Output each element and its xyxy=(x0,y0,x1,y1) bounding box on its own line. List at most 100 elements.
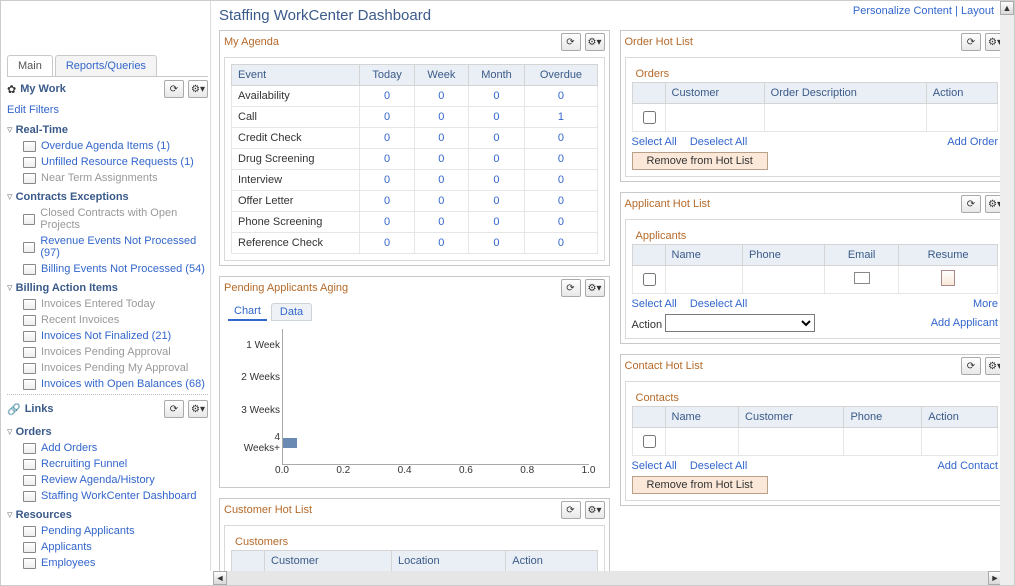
refresh-icon[interactable]: ⟳ xyxy=(961,33,981,51)
agenda-cell[interactable]: 0 xyxy=(415,191,468,212)
agenda-cell[interactable]: 0 xyxy=(359,191,414,212)
agenda-cell[interactable]: 0 xyxy=(415,149,468,170)
row-checkbox[interactable] xyxy=(643,435,656,448)
sidebar-item[interactable]: Unfilled Resource Requests (1) xyxy=(7,154,208,170)
sidebar-item[interactable]: Overdue Agenda Items (1) xyxy=(7,138,208,154)
sidebar-item[interactable]: Invoices Pending Approval xyxy=(7,344,208,360)
sidebar-item[interactable]: Invoices Not Finalized (21) xyxy=(7,328,208,344)
deselect-all-link[interactable]: Deselect All xyxy=(690,298,747,310)
sidebar-item[interactable]: Closed Contracts with Open Projects xyxy=(7,205,208,233)
sidebar-links-group[interactable]: Resources xyxy=(7,504,208,523)
sidebar-link-item[interactable]: Pending Applicants xyxy=(7,523,208,539)
agenda-cell[interactable]: 0 xyxy=(359,86,414,107)
refresh-icon[interactable]: ⟳ xyxy=(164,80,184,98)
tab-main[interactable]: Main xyxy=(7,55,53,76)
tab-reports[interactable]: Reports/Queries xyxy=(55,55,157,76)
agenda-cell[interactable]: 0 xyxy=(415,128,468,149)
sidebar-item[interactable]: Billing Events Not Processed (54) xyxy=(7,261,208,277)
agenda-cell[interactable]: 0 xyxy=(359,212,414,233)
scroll-left-icon[interactable]: ◄ xyxy=(213,571,227,585)
add-order-link[interactable]: Add Order xyxy=(947,136,998,148)
refresh-icon[interactable]: ⟳ xyxy=(961,195,981,213)
agenda-cell[interactable]: 0 xyxy=(525,191,597,212)
refresh-icon[interactable]: ⟳ xyxy=(561,279,581,297)
row-checkbox[interactable] xyxy=(643,111,656,124)
more-link[interactable]: More xyxy=(973,298,998,310)
add-applicant-link[interactable]: Add Applicant xyxy=(931,317,998,329)
sidebar-item[interactable]: Near Term Assignments xyxy=(7,170,208,186)
row-checkbox[interactable] xyxy=(643,273,656,286)
agenda-cell[interactable]: 0 xyxy=(468,170,525,191)
pagelet-menu-icon[interactable]: ⚙▾ xyxy=(585,501,605,519)
sidebar-link-item[interactable]: Staffing WorkCenter Dashboard xyxy=(7,488,208,504)
sidebar-link-item[interactable]: Recruiting Funnel xyxy=(7,456,208,472)
sidebar-links-group[interactable]: Orders xyxy=(7,421,208,440)
pagelet-menu-icon[interactable]: ⚙▾ xyxy=(585,33,605,51)
agenda-cell[interactable]: 0 xyxy=(525,128,597,149)
pagelet-menu-icon[interactable]: ⚙▾ xyxy=(585,279,605,297)
agenda-cell[interactable]: 0 xyxy=(359,107,414,128)
sidebar-link-item[interactable]: Employees xyxy=(7,555,208,571)
agenda-cell[interactable]: 0 xyxy=(525,149,597,170)
settings-menu-icon[interactable]: ⚙▾ xyxy=(188,80,208,98)
sidebar-mywork-label[interactable]: My Work xyxy=(20,83,66,95)
sidebar-group[interactable]: Real-Time xyxy=(7,119,208,138)
agenda-cell[interactable]: 0 xyxy=(359,128,414,149)
agenda-cell[interactable]: 0 xyxy=(415,233,468,254)
agenda-cell[interactable]: 0 xyxy=(525,233,597,254)
select-all-link[interactable]: Select All xyxy=(632,298,677,310)
deselect-all-link[interactable]: Deselect All xyxy=(690,136,747,148)
agenda-cell[interactable]: 0 xyxy=(359,233,414,254)
layout-link[interactable]: Layout xyxy=(961,5,994,17)
agenda-cell[interactable]: 0 xyxy=(468,128,525,149)
sidebar-item[interactable]: Invoices with Open Balances (68) xyxy=(7,376,208,392)
deselect-all-link[interactable]: Deselect All xyxy=(690,460,747,472)
refresh-icon[interactable]: ⟳ xyxy=(961,357,981,375)
edit-filters-link[interactable]: Edit Filters xyxy=(7,101,208,119)
agenda-cell[interactable]: 0 xyxy=(525,86,597,107)
sidebar-link-item[interactable]: Review Agenda/History xyxy=(7,472,208,488)
agenda-cell[interactable]: 0 xyxy=(415,107,468,128)
agenda-cell[interactable]: 0 xyxy=(359,170,414,191)
refresh-icon[interactable]: ⟳ xyxy=(561,501,581,519)
add-contact-link[interactable]: Add Contact xyxy=(937,460,998,472)
agenda-cell[interactable]: 0 xyxy=(415,86,468,107)
agenda-cell[interactable]: 0 xyxy=(468,233,525,254)
agenda-cell[interactable]: 0 xyxy=(525,170,597,191)
select-all-link[interactable]: Select All xyxy=(632,460,677,472)
agenda-cell[interactable]: 0 xyxy=(359,149,414,170)
sidebar-item[interactable]: Invoices Pending My Approval xyxy=(7,360,208,376)
agenda-cell[interactable]: 0 xyxy=(468,107,525,128)
sidebar-group[interactable]: Billing Action Items xyxy=(7,277,208,296)
agenda-cell[interactable]: 0 xyxy=(415,170,468,191)
chart-tab-data[interactable]: Data xyxy=(271,303,312,321)
remove-hotlist-button[interactable]: Remove from Hot List xyxy=(632,476,768,494)
remove-hotlist-button[interactable]: Remove from Hot List xyxy=(632,152,768,170)
action-select[interactable] xyxy=(665,314,815,332)
sidebar-item[interactable]: Recent Invoices xyxy=(7,312,208,328)
select-all-link[interactable]: Select All xyxy=(632,136,677,148)
agenda-cell[interactable]: 0 xyxy=(468,191,525,212)
personalize-link[interactable]: Personalize Content xyxy=(853,5,952,17)
settings-menu-icon[interactable]: ⚙▾ xyxy=(188,400,208,418)
sidebar-item[interactable]: Invoices Entered Today xyxy=(7,296,208,312)
sidebar-link-item[interactable]: Add Orders xyxy=(7,440,208,456)
sidebar-item[interactable]: Revenue Events Not Processed (97) xyxy=(7,233,208,261)
sidebar-links-label[interactable]: Links xyxy=(25,403,54,415)
vertical-scrollbar[interactable]: ▲ xyxy=(1000,1,1014,585)
agenda-cell[interactable]: 0 xyxy=(468,149,525,170)
agenda-cell[interactable]: 0 xyxy=(415,212,468,233)
resume-icon[interactable] xyxy=(941,270,955,286)
agenda-cell[interactable]: 0 xyxy=(468,86,525,107)
email-icon[interactable] xyxy=(854,272,870,284)
sidebar-group[interactable]: Contracts Exceptions xyxy=(7,186,208,205)
scroll-up-icon[interactable]: ▲ xyxy=(1000,1,1014,15)
refresh-icon[interactable]: ⟳ xyxy=(561,33,581,51)
agenda-cell[interactable]: 0 xyxy=(525,212,597,233)
agenda-cell[interactable]: 0 xyxy=(468,212,525,233)
sidebar-link-item[interactable]: Applicants xyxy=(7,539,208,555)
agenda-cell[interactable]: 1 xyxy=(525,107,597,128)
chart-tab-chart[interactable]: Chart xyxy=(228,303,267,321)
horizontal-scrollbar[interactable]: ◄ ► xyxy=(213,571,1002,585)
refresh-icon[interactable]: ⟳ xyxy=(164,400,184,418)
